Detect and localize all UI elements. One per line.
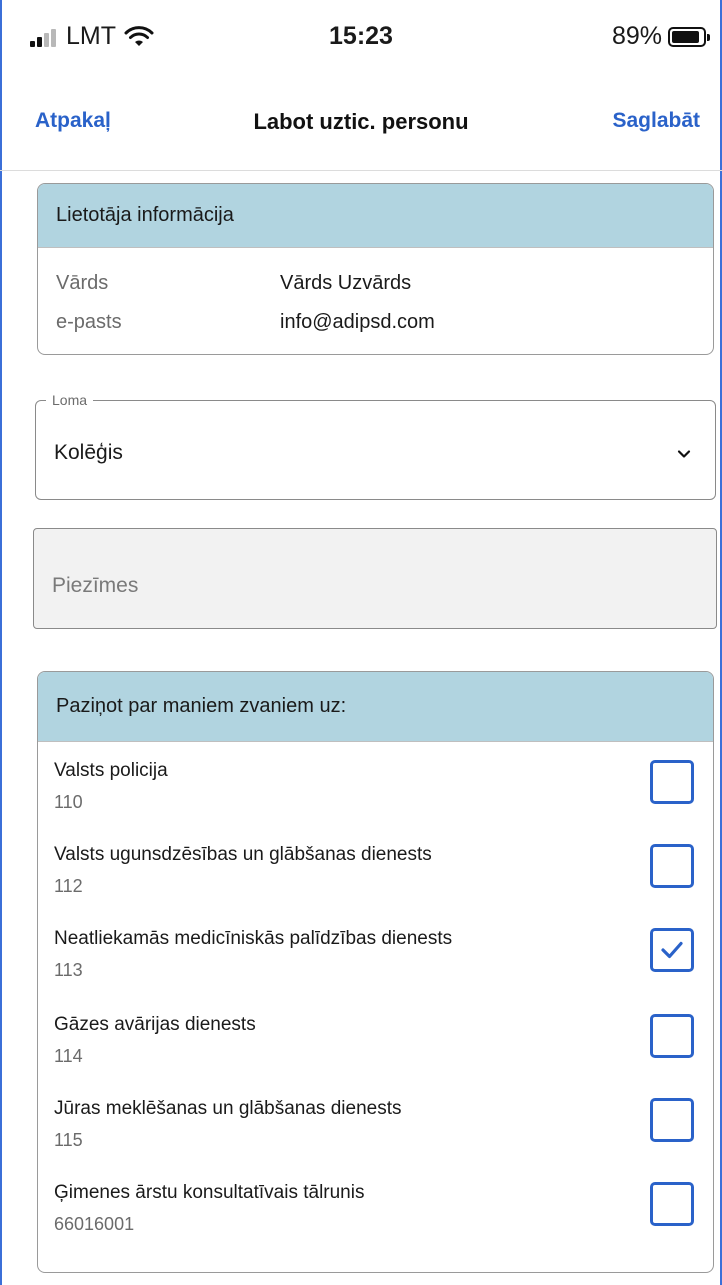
nav-divider [0, 170, 722, 171]
save-button[interactable]: Saglabāt [612, 109, 700, 133]
service-number: 112 [54, 876, 83, 896]
user-info-card: Lietotāja informācija Vārds Vārds Uzvārd… [37, 183, 714, 355]
service-item: Jūras meklēšanas un glābšanas dienests 1… [54, 1098, 694, 1174]
info-label: Vārds [56, 272, 109, 294]
service-number: 110 [54, 792, 83, 812]
service-name: Jūras meklēšanas un glābšanas dienests [54, 1098, 402, 1119]
service-name: Gāzes avārijas dienests [54, 1014, 256, 1035]
role-legend: Loma [46, 392, 94, 408]
user-info-header: Lietotāja informācija [38, 184, 713, 248]
info-value: info@adipsd.com [280, 311, 435, 333]
service-number: 113 [54, 960, 83, 980]
service-number: 114 [54, 1046, 83, 1066]
notes-placeholder: Piezīmes [52, 574, 139, 597]
service-item: Neatliekamās medicīniskās palīdzības die… [54, 928, 694, 1004]
service-checkbox[interactable] [650, 1014, 694, 1058]
role-select[interactable]: Loma Kolēģis [35, 392, 716, 500]
notify-header: Paziņot par maniem zvaniem uz: [38, 672, 713, 742]
notes-input[interactable]: Piezīmes [33, 528, 717, 629]
service-item: Valsts policija 110 [54, 760, 694, 836]
info-row-email: e-pasts info@adipsd.com [56, 311, 435, 334]
check-icon [661, 941, 683, 959]
battery-fill [672, 30, 699, 43]
service-checkbox[interactable] [650, 844, 694, 888]
info-label: e-pasts [56, 311, 122, 333]
service-item: Valsts ugunsdzēsības un glābšanas dienes… [54, 844, 694, 920]
service-item: Gāzes avārijas dienests 114 [54, 1014, 694, 1090]
service-checkbox[interactable] [650, 1182, 694, 1226]
service-number: 115 [54, 1130, 83, 1150]
service-number: 66016001 [54, 1214, 135, 1234]
chevron-down-icon [677, 450, 691, 458]
service-name: Valsts ugunsdzēsības un glābšanas dienes… [54, 844, 432, 865]
service-checkbox[interactable] [650, 928, 694, 972]
service-name: Ģimenes ārstu konsultatīvais tālrunis [54, 1182, 365, 1203]
service-checkbox[interactable] [650, 1098, 694, 1142]
role-value: Kolēģis [54, 441, 123, 464]
back-button[interactable]: Atpakaļ [35, 109, 111, 133]
notify-card: Paziņot par maniem zvaniem uz: Valsts po… [37, 671, 714, 1273]
info-value: Vārds Uzvārds [280, 272, 412, 294]
battery-percent: 89% [611, 22, 662, 50]
status-right: 89% [611, 22, 710, 51]
service-name: Valsts policija [54, 760, 168, 781]
battery-icon [668, 26, 710, 47]
info-row-name: Vārds Vārds Uzvārds [56, 272, 411, 295]
status-bar: LMT 15:23 89% [0, 0, 722, 80]
service-name: Neatliekamās medicīniskās palīdzības die… [54, 928, 453, 949]
nav-bar: Atpakaļ Labot uztic. personu Saglabāt [0, 95, 722, 155]
service-item: Ģimenes ārstu konsultatīvais tālrunis 66… [54, 1182, 694, 1258]
service-checkbox[interactable] [650, 760, 694, 804]
